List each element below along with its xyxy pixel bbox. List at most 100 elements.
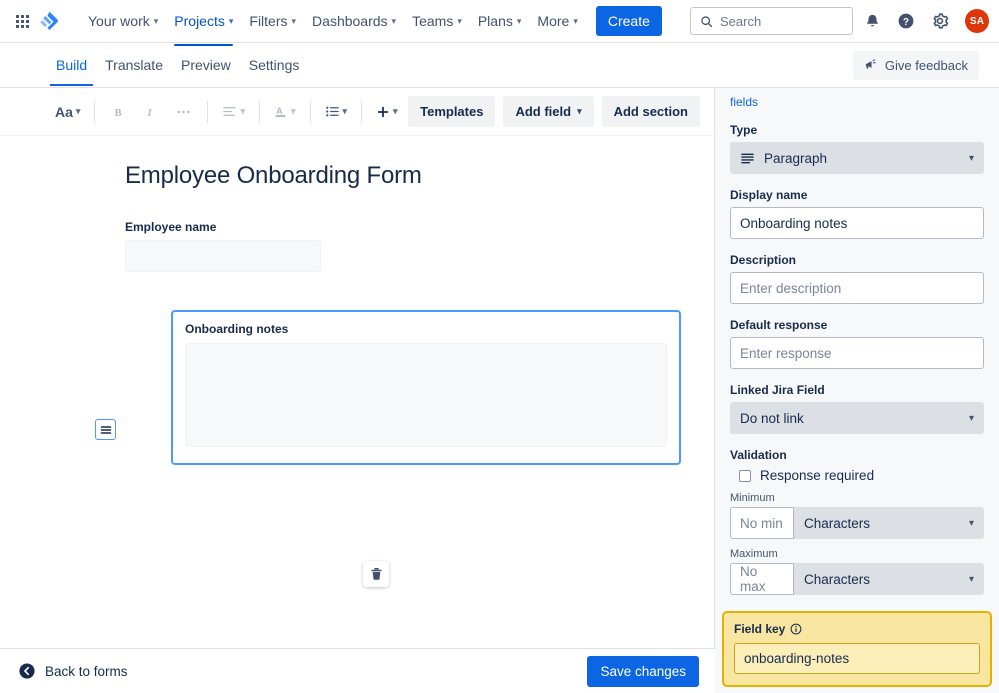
bold-icon: B xyxy=(112,105,126,119)
add-section-button[interactable]: Add section xyxy=(602,96,700,127)
ellipsis-icon xyxy=(176,109,191,115)
nav-label: Plans xyxy=(478,13,513,29)
field-input-preview[interactable] xyxy=(125,240,321,272)
display-name-value: Onboarding notes xyxy=(740,216,847,231)
plus-icon xyxy=(376,105,390,119)
minimum-unit-select[interactable]: Characters ▾ xyxy=(794,507,984,539)
field-label: Employee name xyxy=(125,220,654,234)
field-key-label: Field key xyxy=(734,622,785,636)
search-icon xyxy=(700,15,713,28)
toolbar-divider xyxy=(207,101,208,123)
display-name-input[interactable]: Onboarding notes xyxy=(730,207,984,239)
form-field-onboarding-notes[interactable]: Onboarding notes xyxy=(171,310,681,465)
editor-bottom-bar: Back to forms Save changes xyxy=(0,648,715,693)
nav-item-your-work[interactable]: Your work ▾ xyxy=(80,7,166,35)
minimum-placeholder: No min xyxy=(740,516,783,531)
svg-text:I: I xyxy=(147,107,153,118)
tab-translate[interactable]: Translate xyxy=(99,45,169,86)
bold-button[interactable]: B xyxy=(104,97,134,127)
svg-text:A: A xyxy=(276,106,283,116)
avatar[interactable]: SA xyxy=(965,9,989,33)
more-formatting-button[interactable] xyxy=(168,97,198,127)
gear-icon xyxy=(931,12,949,30)
apps-grid-icon[interactable] xyxy=(16,15,29,28)
trash-icon xyxy=(370,567,383,581)
nav-item-more[interactable]: More ▾ xyxy=(529,7,585,35)
breadcrumb[interactable]: fields xyxy=(730,88,984,109)
jira-logo[interactable] xyxy=(38,9,62,33)
back-to-forms-label: Back to forms xyxy=(45,664,128,679)
maximum-placeholder: No max xyxy=(740,564,784,594)
tab-build[interactable]: Build xyxy=(50,45,93,86)
nav-item-filters[interactable]: Filters ▾ xyxy=(241,7,304,35)
field-key-input[interactable]: onboarding-notes xyxy=(734,643,980,674)
templates-button[interactable]: Templates xyxy=(408,96,495,127)
form-title[interactable]: Employee Onboarding Form xyxy=(125,162,654,190)
save-changes-button[interactable]: Save changes xyxy=(587,656,699,687)
drag-handle-lines-icon xyxy=(100,425,112,435)
field-textarea-preview[interactable] xyxy=(185,343,667,447)
chevron-down-icon: ▾ xyxy=(154,17,159,26)
text-color-button[interactable]: A ▾ xyxy=(269,97,301,127)
maximum-unit-select[interactable]: Characters ▾ xyxy=(794,563,984,595)
settings-button[interactable] xyxy=(925,6,955,36)
text-align-icon xyxy=(222,105,237,118)
info-icon[interactable] xyxy=(790,623,802,635)
nav-item-projects[interactable]: Projects ▾ xyxy=(166,7,241,35)
chevron-down-icon: ▾ xyxy=(577,107,582,116)
type-label: Type xyxy=(730,123,984,137)
description-input[interactable]: Enter description xyxy=(730,272,984,304)
italic-button[interactable]: I xyxy=(136,97,166,127)
add-field-button[interactable]: Add field ▾ xyxy=(503,96,593,127)
minimum-input[interactable]: No min xyxy=(730,507,794,539)
default-response-placeholder: Enter response xyxy=(740,346,832,361)
give-feedback-button[interactable]: Give feedback xyxy=(853,51,979,80)
drag-handle-icon[interactable] xyxy=(95,419,116,440)
nav-item-teams[interactable]: Teams ▾ xyxy=(404,7,470,35)
maximum-input[interactable]: No max xyxy=(730,563,794,595)
response-required-checkbox[interactable] xyxy=(739,470,751,482)
nav-item-plans[interactable]: Plans ▾ xyxy=(470,7,530,35)
chevron-down-icon: ▾ xyxy=(343,107,348,116)
bell-icon xyxy=(864,13,881,30)
minimum-label: Minimum xyxy=(730,492,984,504)
help-icon: ? xyxy=(897,12,915,30)
chevron-down-icon: ▾ xyxy=(573,17,578,26)
default-response-input[interactable]: Enter response xyxy=(730,337,984,369)
tab-settings[interactable]: Settings xyxy=(243,45,306,86)
nav-label: More xyxy=(537,13,569,29)
maximum-row: No max Characters ▾ xyxy=(730,563,984,595)
toolbar-divider xyxy=(361,101,362,123)
notifications-button[interactable] xyxy=(857,6,887,36)
search-input[interactable]: Search xyxy=(690,7,853,35)
back-to-forms-button[interactable]: Back to forms xyxy=(18,662,128,680)
linked-jira-field-select[interactable]: Do not link ▾ xyxy=(730,402,984,434)
add-field-label: Add field xyxy=(515,104,571,119)
form-builder-tabs: Build Translate Preview Settings Give fe… xyxy=(0,43,999,88)
nav-label: Teams xyxy=(412,13,453,29)
global-navigation: Your work ▾ Projects ▾ Filters ▾ Dashboa… xyxy=(0,0,999,43)
response-required-row[interactable]: Response required xyxy=(739,468,984,483)
help-button[interactable]: ? xyxy=(891,6,921,36)
tab-preview[interactable]: Preview xyxy=(175,45,237,86)
description-placeholder: Enter description xyxy=(740,281,841,296)
chevron-down-icon: ▾ xyxy=(517,17,522,26)
minimum-unit-value: Characters xyxy=(804,516,870,531)
svg-text:?: ? xyxy=(903,17,909,28)
maximum-unit-value: Characters xyxy=(804,572,870,587)
chevron-down-icon: ▾ xyxy=(969,413,974,424)
text-style-button[interactable]: Aa ▾ xyxy=(50,97,85,127)
paragraph-icon xyxy=(740,152,755,165)
global-nav-actions: Search ? SA xyxy=(690,6,989,36)
minimum-row: No min Characters ▾ xyxy=(730,507,984,539)
type-select[interactable]: Paragraph ▾ xyxy=(730,142,984,174)
megaphone-icon xyxy=(864,58,878,72)
insert-button[interactable]: ▾ xyxy=(371,97,403,127)
create-button[interactable]: Create xyxy=(596,6,662,36)
form-field-employee-name[interactable]: Employee name xyxy=(125,220,654,272)
text-align-button[interactable]: ▾ xyxy=(217,97,250,127)
delete-field-button[interactable] xyxy=(363,561,389,587)
nav-item-dashboards[interactable]: Dashboards ▾ xyxy=(304,7,404,35)
bulleted-list-button[interactable]: ▾ xyxy=(320,97,353,127)
type-value: Paragraph xyxy=(764,151,827,166)
